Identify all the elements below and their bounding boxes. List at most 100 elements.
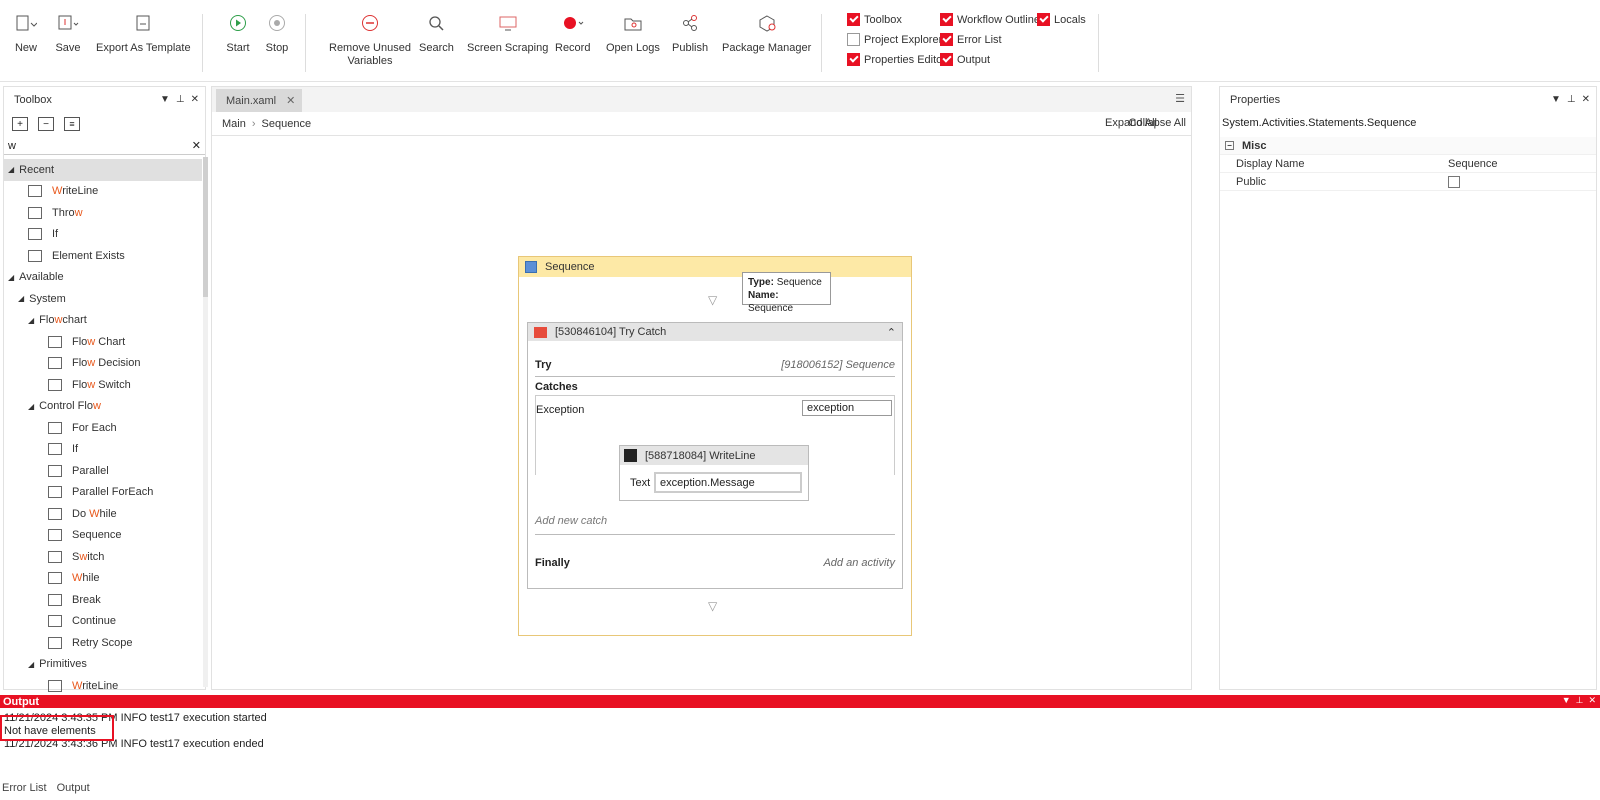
toolbox-group[interactable]: ◢ Control Flow (4, 396, 202, 418)
toolbox-group[interactable]: ◢ Flowchart (4, 310, 202, 332)
error-list-checkbox[interactable]: Error List (940, 33, 1002, 46)
close-icon[interactable]: ✕ (1582, 94, 1590, 105)
toolbox-group[interactable]: ◢ Available (4, 267, 202, 289)
new-button[interactable]: New (13, 10, 39, 55)
tab-list-icon[interactable]: ☰ (1175, 92, 1185, 105)
screen-scraping-button[interactable]: Screen Scraping (467, 10, 548, 55)
text-input[interactable]: exception.Message (654, 472, 802, 493)
writeline-activity[interactable]: [588718084] WriteLine Text exception.Mes… (619, 445, 809, 501)
checkbox-box[interactable] (940, 33, 953, 46)
tab-error-list[interactable]: Error List (2, 782, 47, 800)
checkbox-box[interactable] (940, 53, 953, 66)
toolbox-item[interactable]: If (4, 439, 202, 461)
toolbox-item[interactable]: WriteLine (4, 181, 202, 203)
expand-triangle-icon[interactable]: ◢ (8, 273, 14, 282)
try-catch-header[interactable]: [530846104] Try Catch ⌃ (528, 323, 902, 341)
property-display-name[interactable]: Display Name Sequence (1220, 155, 1596, 173)
checkbox-box[interactable] (847, 33, 860, 46)
list-icon[interactable]: ≡ (64, 117, 80, 131)
clear-search-icon[interactable]: ✕ (192, 139, 201, 152)
checkbox-box[interactable] (847, 13, 860, 26)
property-public[interactable]: Public (1220, 173, 1596, 191)
search-button[interactable]: Search (419, 10, 454, 55)
public-checkbox[interactable] (1448, 175, 1460, 188)
toolbox-item[interactable]: Break (4, 589, 202, 611)
open-logs-button[interactable]: Open Logs (606, 10, 660, 55)
toolbox-group[interactable]: ◢ System (4, 288, 202, 310)
writeline-header[interactable]: [588718084] WriteLine (620, 446, 808, 465)
sequence-header[interactable]: Sequence (519, 257, 911, 277)
toolbox-item[interactable]: If (4, 224, 202, 246)
remove-unused-variables-button[interactable]: Remove Unused Variables (329, 10, 411, 68)
breadcrumb-main[interactable]: Main (222, 118, 246, 130)
toolbox-search[interactable]: w ✕ (4, 137, 205, 155)
stop-button[interactable]: Stop (264, 10, 290, 55)
toolbox-item[interactable]: WriteLine (4, 675, 202, 697)
project-explorer-checkbox[interactable]: Project Explorer (847, 33, 942, 46)
expand-triangle-icon[interactable]: ◢ (28, 660, 34, 669)
close-icon[interactable]: ✕ (191, 94, 199, 105)
drop-arrow-icon[interactable]: ▽ (708, 599, 717, 613)
properties-editor-checkbox[interactable]: Properties Editor (847, 53, 946, 66)
toolbox-item[interactable]: Parallel ForEach (4, 482, 202, 504)
breadcrumb-sequence[interactable]: Sequence (262, 118, 312, 130)
close-icon[interactable]: ✕ (1588, 695, 1596, 706)
start-button[interactable]: Start (225, 10, 251, 55)
dropdown-icon[interactable]: ▼ (1551, 94, 1561, 105)
collapse-all-icon[interactable]: − (38, 117, 54, 131)
drop-arrow-icon[interactable]: ▽ (708, 293, 717, 307)
pin-icon[interactable]: ⊥ (176, 94, 185, 105)
locals-checkbox[interactable]: Locals (1037, 13, 1086, 26)
toolbox-item[interactable]: Continue (4, 611, 202, 633)
close-tab-icon[interactable]: ✕ (286, 94, 295, 107)
display-name-value[interactable]: Sequence (1448, 158, 1498, 170)
dropdown-icon[interactable]: ▼ (1562, 695, 1571, 706)
expand-triangle-icon[interactable]: ◢ (28, 316, 34, 325)
package-manager-button[interactable]: Package Manager (722, 10, 811, 55)
tab-output[interactable]: Output (57, 782, 90, 800)
checkbox-box[interactable] (1037, 13, 1050, 26)
scrollbar-thumb[interactable] (203, 157, 208, 297)
record-button[interactable]: Record (555, 10, 590, 55)
dropdown-icon[interactable]: ▼ (160, 94, 170, 105)
toolbox-item[interactable]: Switch (4, 546, 202, 568)
toolbox-item[interactable]: Parallel (4, 460, 202, 482)
expand-triangle-icon[interactable]: ◢ (18, 294, 24, 303)
toolbox-search-input[interactable]: w (8, 140, 16, 152)
expand-all-icon[interactable]: + (12, 117, 28, 131)
toolbox-item[interactable]: Throw (4, 202, 202, 224)
toolbox-item[interactable]: While (4, 568, 202, 590)
add-new-catch-link[interactable]: Add new catch (535, 515, 607, 527)
save-button[interactable]: Save (55, 10, 81, 55)
workflow-outline-checkbox[interactable]: Workflow Outline (940, 13, 1040, 26)
expand-triangle-icon[interactable]: ◢ (28, 402, 34, 411)
collapse-icon[interactable]: ⌃ (887, 326, 896, 339)
expand-triangle-icon[interactable]: ◢ (8, 165, 14, 174)
toolbox-item[interactable]: Sequence (4, 525, 202, 547)
tab-main-xaml[interactable]: Main.xaml ✕ (216, 89, 302, 112)
toolbox-item[interactable]: Element Exists (4, 245, 202, 267)
toolbox-item[interactable]: Flow Chart (4, 331, 202, 353)
toolbox-scrollbar[interactable] (203, 157, 208, 687)
publish-button[interactable]: Publish (672, 10, 708, 55)
checkbox-box[interactable] (940, 13, 953, 26)
export-as-template-button[interactable]: Export As Template (96, 10, 191, 55)
collapse-icon[interactable]: − (1225, 141, 1234, 150)
try-body-link[interactable]: [918006152] Sequence (781, 359, 895, 376)
toolbox-group[interactable]: ◢ Recent (4, 159, 202, 181)
toolbox-item[interactable]: Retry Scope (4, 632, 202, 654)
add-activity-link[interactable]: Add an activity (823, 557, 895, 569)
pin-icon[interactable]: ⊥ (1576, 695, 1584, 706)
output-checkbox[interactable]: Output (940, 53, 990, 66)
toolbox-item[interactable]: Do While (4, 503, 202, 525)
property-category[interactable]: − Misc (1220, 137, 1596, 155)
toolbox-item[interactable]: For Each (4, 417, 202, 439)
toolbox-item[interactable]: Flow Switch (4, 374, 202, 396)
toolbox-group[interactable]: ◢ Primitives (4, 654, 202, 676)
toolbox-item[interactable]: Flow Decision (4, 353, 202, 375)
checkbox-box[interactable] (847, 53, 860, 66)
collapse-all-link[interactable]: Collapse All (1129, 117, 1186, 129)
toolbox-checkbox[interactable]: Toolbox (847, 13, 902, 26)
exception-variable-field[interactable]: exception (802, 400, 892, 416)
pin-icon[interactable]: ⊥ (1567, 94, 1576, 105)
